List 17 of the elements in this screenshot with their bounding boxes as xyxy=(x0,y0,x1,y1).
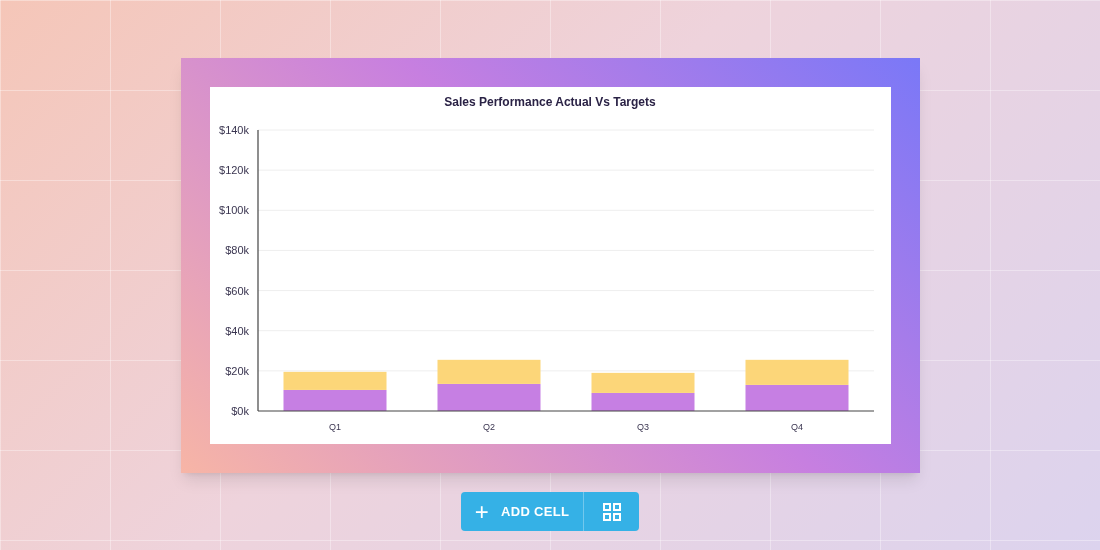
grid-view-button[interactable] xyxy=(583,492,639,531)
y-axis-label: $40k xyxy=(224,324,249,337)
add-cell-button[interactable]: + ADD CELL xyxy=(461,492,583,531)
x-axis-label: Q3 xyxy=(636,422,649,432)
y-axis-label: $80k xyxy=(224,244,249,257)
chart-title: Sales Performance Actual Vs Targets xyxy=(443,95,656,109)
x-axis-label: Q2 xyxy=(482,422,495,432)
y-axis-label: $120k xyxy=(218,164,249,177)
y-axis-label: $60k xyxy=(224,284,249,297)
x-axis-label: Q1 xyxy=(328,422,341,432)
grid-icon xyxy=(602,502,621,521)
y-axis-label: $0k xyxy=(230,405,249,417)
y-axis-label: $20k xyxy=(224,364,249,377)
plus-icon: + xyxy=(474,499,489,524)
y-axis-label: $100k xyxy=(218,204,249,217)
x-axis-label: Q4 xyxy=(790,422,803,432)
y-axis-label: $140k xyxy=(218,124,249,136)
